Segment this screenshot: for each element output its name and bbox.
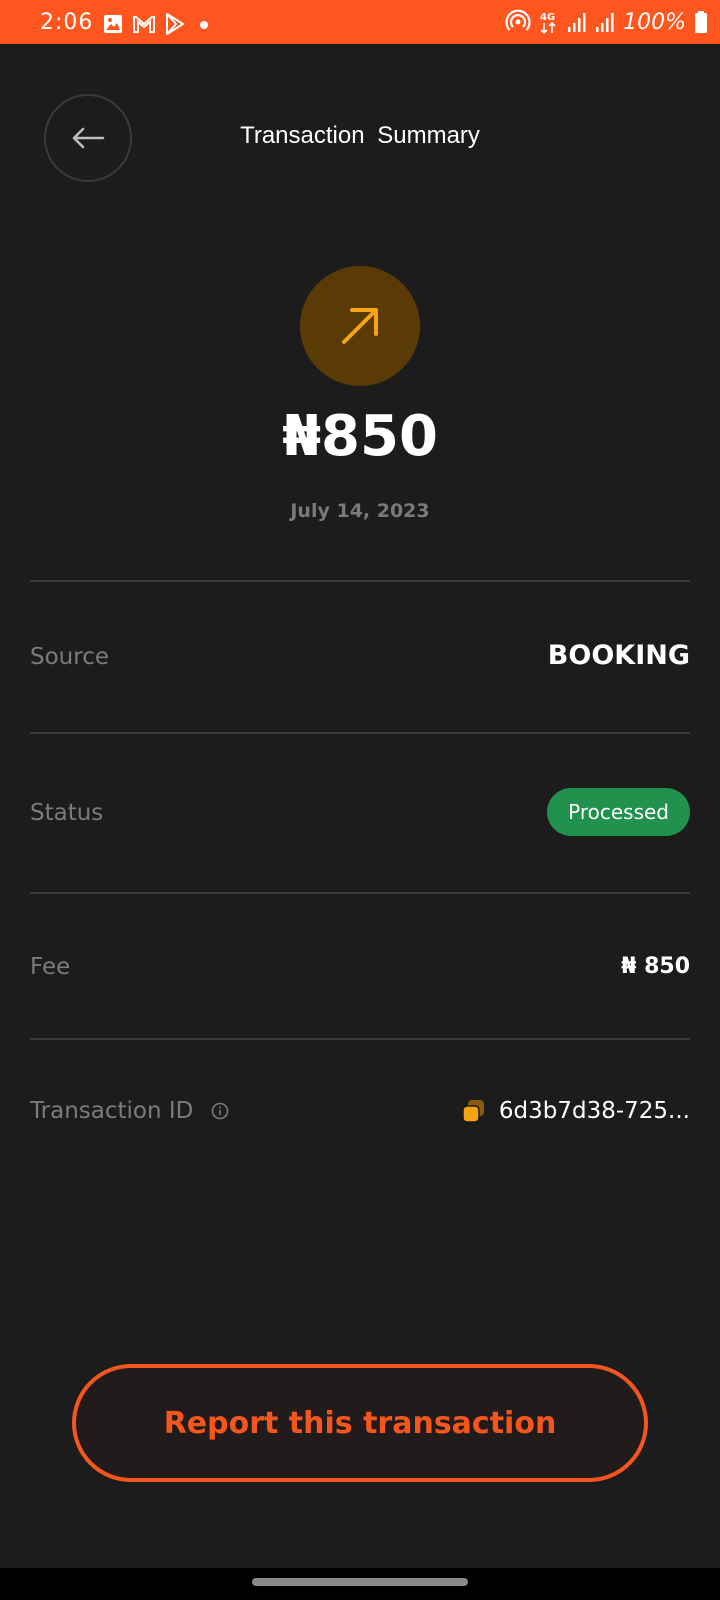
system-icons: 4G 100% (505, 8, 708, 36)
arrow-up-right-icon (342, 308, 378, 344)
svg-text:4G: 4G (540, 12, 555, 23)
signal-icon (596, 13, 614, 32)
status-time: 2:06 (40, 10, 94, 35)
status-label: Status (30, 800, 104, 826)
transaction-id-label: Transaction ID (30, 1098, 194, 1124)
status-badge: Processed (547, 788, 690, 836)
divider (30, 1038, 690, 1040)
hotspot-icon (505, 9, 531, 31)
transaction-date: July 14, 2023 (290, 500, 430, 522)
transaction-id-value: 6d3b7d38-725... (498, 1098, 690, 1124)
status-bar: 2:06 4G 100% (0, 0, 720, 44)
source-label: Source (30, 644, 109, 670)
divider (30, 580, 690, 582)
info-icon[interactable] (210, 1101, 230, 1121)
divider (30, 732, 690, 734)
copy-icon[interactable] (461, 1098, 487, 1124)
transaction-id-copy[interactable]: 6d3b7d38-725... (461, 1098, 690, 1124)
gmail-icon (133, 16, 155, 33)
fee-label: Fee (30, 954, 71, 980)
page-title: Transaction Summary (240, 122, 480, 149)
transaction-amount: ₦850 (282, 404, 438, 469)
dot-icon (200, 21, 208, 29)
divider (30, 892, 690, 894)
report-transaction-button[interactable]: Report this transaction (72, 1364, 648, 1482)
transaction-direction-badge (300, 266, 420, 386)
fee-value: ₦ 850 (621, 954, 690, 979)
battery-percentage: 100% (623, 9, 686, 35)
notification-icons (102, 12, 214, 36)
gallery-icon (104, 15, 122, 33)
4g-icon: 4G (540, 12, 556, 35)
source-value: BOOKING (547, 640, 690, 671)
play-store-icon (166, 13, 184, 35)
battery-icon (695, 11, 707, 33)
home-indicator[interactable] (252, 1578, 468, 1586)
signal-icon (568, 13, 586, 32)
